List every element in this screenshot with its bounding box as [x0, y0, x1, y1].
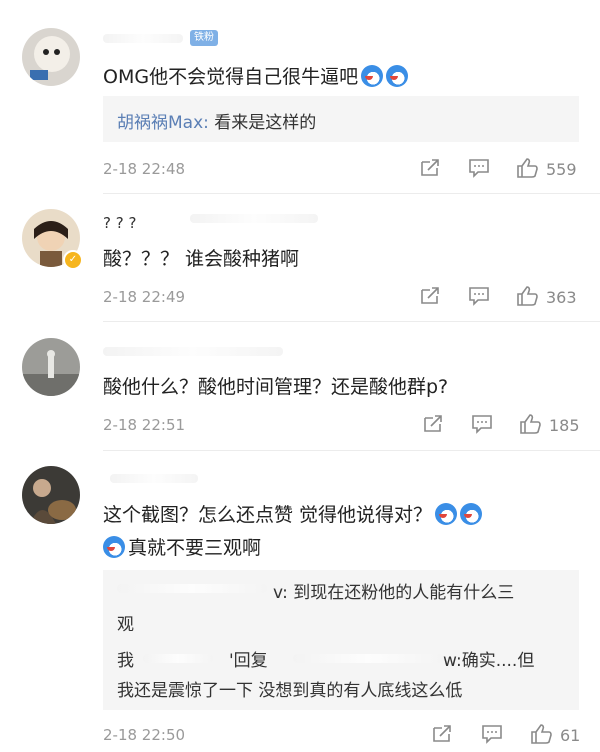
blurred-name [143, 654, 213, 663]
blurred-name [103, 347, 283, 356]
emoji-laugh-icon [361, 65, 384, 87]
blurred-name [117, 584, 267, 593]
like-icon[interactable] [519, 413, 543, 435]
fan-badge: 铁粉 [190, 30, 218, 46]
timestamp: 2-18 22:50 [103, 726, 186, 744]
like-count: 185 [549, 416, 580, 435]
reply-box[interactable]: v: 到现在还粉他的人能有什么三 观 我 '回复 w:确实....但 我还是震惊… [103, 570, 579, 710]
like-count: 363 [546, 288, 577, 307]
emoji-laugh-icon [460, 503, 483, 525]
emoji-laugh-icon [103, 536, 125, 558]
comment-icon[interactable] [481, 724, 503, 744]
comment-text: 酸他什么？酸他时间管理？还是酸他群p? [103, 376, 449, 398]
avatar[interactable] [22, 28, 80, 86]
share-icon[interactable] [422, 414, 444, 434]
share-icon[interactable] [419, 286, 441, 306]
blurred-name [190, 214, 318, 223]
like-icon[interactable] [516, 157, 540, 179]
blurred-name [110, 474, 198, 483]
share-icon[interactable] [419, 158, 441, 178]
comment-icon[interactable] [471, 414, 493, 434]
reply-verb: '回复 [229, 651, 268, 671]
comment-text-line2: 真就不要三观啊 [103, 533, 261, 560]
emoji-laugh-icon [435, 503, 458, 525]
divider [103, 321, 600, 322]
verified-badge: ✓ [63, 250, 83, 270]
like-count: 61 [560, 726, 581, 745]
reply-line-3: w:确实....但 [443, 651, 535, 671]
blurred-name [293, 654, 443, 663]
reply-line-4: 我还是震惊了一下 没想到真的有人底线这么低 [117, 681, 463, 701]
avatar[interactable] [22, 338, 80, 396]
timestamp: 2-18 22:49 [103, 288, 186, 306]
avatar[interactable] [22, 466, 80, 524]
comment-text: 这个截图？怎么还点赞 觉得他说得对？ [103, 500, 483, 527]
blurred-name [103, 34, 183, 43]
comment-text: 酸？？？ 谁会酸种猪啊 [103, 248, 300, 270]
like-icon[interactable] [530, 723, 554, 745]
comment-icon[interactable] [468, 158, 490, 178]
share-icon[interactable] [431, 724, 453, 744]
like-count: 559 [546, 160, 577, 179]
timestamp: 2-18 22:51 [103, 416, 186, 434]
reply-user: 我 [117, 651, 134, 671]
timestamp: 2-18 22:48 [103, 160, 186, 178]
reply-text: 看来是这样的 [214, 113, 317, 133]
user-name-fragment: ? ? ? [103, 214, 137, 232]
emoji-laugh-icon [386, 65, 409, 87]
like-icon[interactable] [516, 285, 540, 307]
reply-box[interactable]: 胡祸祸Max: 看来是这样的 [103, 96, 579, 142]
comment-icon[interactable] [468, 286, 490, 306]
comment-text: OMG他不会觉得自己很牛逼吧 [103, 62, 409, 89]
reply-line-1: v: 到现在还粉他的人能有什么三 [273, 583, 515, 603]
divider [103, 193, 600, 194]
reply-line-2: 观 [117, 615, 134, 635]
reply-user[interactable]: 胡祸祸Max [117, 113, 203, 133]
divider [103, 450, 600, 451]
